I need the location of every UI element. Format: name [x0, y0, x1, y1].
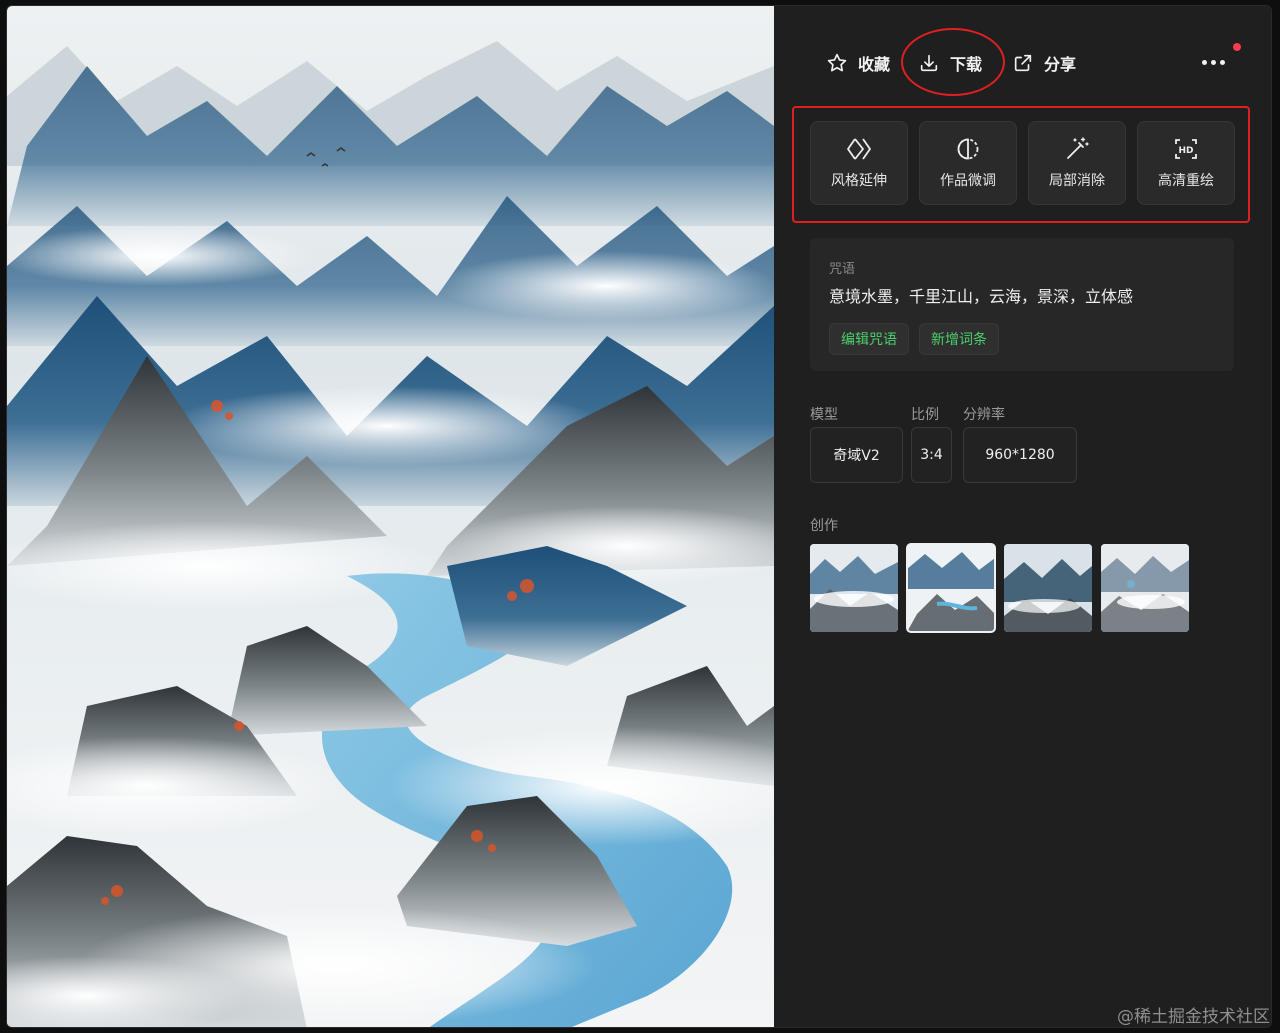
ink-landscape-image [7, 41, 774, 1027]
tool-label: 高清重绘 [1158, 173, 1214, 189]
prompt-actions: 编辑咒语 新增词条 [829, 323, 999, 355]
ratio-label: 比例 [911, 407, 939, 423]
creation-thumbnail[interactable] [810, 544, 898, 632]
thumbnail-image [907, 544, 995, 632]
prompt-text: 意境水墨，千里江山，云海，景深，立体感 [829, 287, 1134, 306]
prompt-card: 咒语 意境水墨，千里江山，云海，景深，立体感 编辑咒语 新增词条 [810, 238, 1234, 371]
more-options-button[interactable] [1202, 55, 1230, 69]
tool-style-extend[interactable]: 风格延伸 [810, 121, 908, 205]
half-circle-icon [957, 138, 979, 160]
favorite-button[interactable]: 收藏 [826, 50, 890, 76]
favorite-label: 收藏 [858, 55, 891, 74]
tool-hd-redraw[interactable]: HD 高清重绘 [1137, 121, 1235, 205]
creation-thumbnail-selected[interactable] [906, 543, 996, 633]
add-term-button[interactable]: 新增词条 [919, 323, 999, 355]
diamond-extend-icon [847, 138, 871, 160]
thumbnail-image [1004, 544, 1092, 632]
download-label: 下载 [950, 55, 983, 74]
edit-prompt-button[interactable]: 编辑咒语 [829, 323, 909, 355]
share-label: 分享 [1044, 55, 1077, 74]
svg-text:HD: HD [1178, 146, 1193, 156]
artwork-preview[interactable] [7, 6, 774, 1027]
watermark: @稀土掘金技术社区 [1117, 1007, 1270, 1027]
resolution-value: 960*1280 [985, 447, 1055, 463]
ratio-value-box[interactable]: 3:4 [911, 427, 952, 483]
action-toolbar: 收藏 下载 分享 [774, 28, 1271, 96]
model-value-box[interactable]: 奇域V2 [810, 427, 903, 483]
thumbnail-image [1101, 544, 1189, 632]
creations-label: 创作 [810, 518, 838, 534]
notification-dot [1233, 43, 1241, 51]
tool-label: 风格延伸 [831, 173, 887, 189]
share-button[interactable]: 分享 [1012, 50, 1076, 76]
detail-panel: 收藏 下载 分享 风格延伸 作品微调 局部消除 HD 高清重绘 咒语 意境水墨，… [774, 6, 1271, 1027]
hd-icon: HD [1175, 139, 1197, 159]
creation-thumbnail[interactable] [1101, 544, 1189, 632]
more-dot [1202, 59, 1207, 65]
tools-row: 风格延伸 作品微调 局部消除 HD 高清重绘 [810, 121, 1235, 205]
app-window: 收藏 下载 分享 风格延伸 作品微调 局部消除 HD 高清重绘 咒语 意境水墨，… [6, 5, 1272, 1028]
star-icon [827, 53, 847, 72]
tool-label: 局部消除 [1049, 173, 1105, 189]
model-value: 奇域V2 [833, 448, 880, 464]
download-button[interactable]: 下载 [918, 50, 982, 76]
creation-thumbnail[interactable] [1004, 544, 1092, 632]
share-icon [1014, 54, 1032, 72]
thumbnail-image [810, 544, 898, 632]
download-icon [920, 54, 938, 72]
model-label: 模型 [810, 407, 838, 423]
magic-wand-icon [1067, 137, 1089, 159]
tool-label: 作品微调 [940, 173, 996, 189]
creations-thumbnails [810, 543, 1189, 633]
resolution-label: 分辨率 [963, 407, 1005, 423]
prompt-title: 咒语 [829, 262, 856, 277]
ratio-value: 3:4 [920, 447, 943, 463]
more-dot [1220, 59, 1225, 65]
tool-fine-tune[interactable]: 作品微调 [919, 121, 1017, 205]
resolution-value-box[interactable]: 960*1280 [963, 427, 1077, 483]
tool-local-erase[interactable]: 局部消除 [1028, 121, 1126, 205]
more-dot [1211, 59, 1216, 65]
